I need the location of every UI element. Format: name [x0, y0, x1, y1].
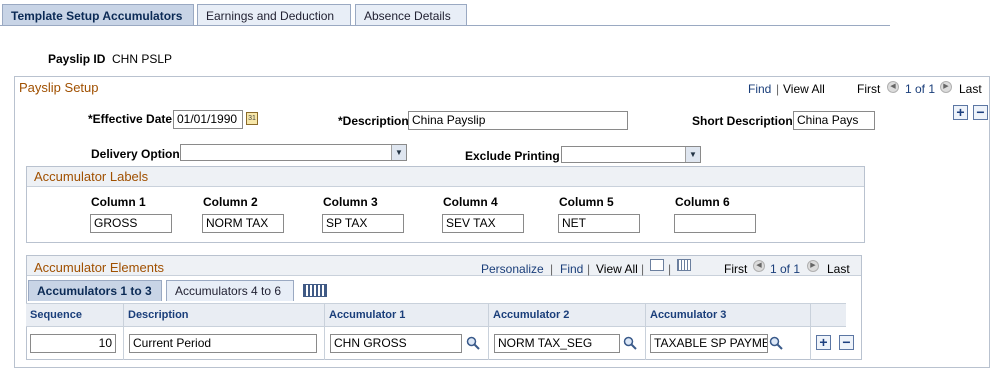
short-description-label: Short Description [692, 114, 793, 128]
accumulator-2-header[interactable]: Accumulator 2 [493, 309, 569, 321]
last-label: Last [827, 262, 850, 276]
separator: | [641, 262, 645, 276]
add-row-icon[interactable]: + [816, 335, 831, 350]
column-1-field[interactable]: GROSS [90, 214, 172, 233]
view-all-link[interactable]: View All [783, 82, 825, 96]
tab-earnings-and-deduction[interactable]: Earnings and Deduction [197, 4, 351, 26]
column-2-field[interactable]: NORM TAX [202, 214, 284, 233]
chevron-down-icon: ▼ [685, 147, 700, 162]
tab-label: Accumulators 4 to 6 [175, 284, 282, 298]
row-count: 1 of 1 [770, 262, 801, 276]
first-label: First [857, 82, 881, 96]
delivery-option-select[interactable]: ▼ [180, 144, 407, 161]
payslip-id-label: Payslip ID [48, 52, 106, 66]
first-label: First [724, 262, 748, 276]
payslip-id-value: CHN PSLP [112, 52, 173, 66]
accumulator-labels-title: Accumulator Labels [34, 169, 149, 184]
last-label: Last [959, 82, 982, 96]
download-grid-icon[interactable] [677, 259, 691, 271]
description-label: *Description [338, 114, 409, 128]
sequence-field[interactable]: 10 [30, 334, 116, 353]
effective-date-label: *Effective Date [88, 112, 173, 126]
column-divider [123, 304, 124, 360]
separator: | [776, 82, 780, 96]
delete-row-icon[interactable]: − [839, 335, 854, 350]
lookup-icon[interactable] [769, 336, 783, 350]
column-divider [488, 304, 489, 360]
accumulator-3-field[interactable]: TAXABLE SP PAYMEI [650, 334, 768, 353]
column-4-field[interactable]: SEV TAX [442, 214, 524, 233]
column-5-label: Column 5 [559, 195, 614, 209]
column-5-field[interactable]: NET [558, 214, 640, 233]
personalize-link[interactable]: Personalize [481, 262, 544, 276]
column-divider [810, 304, 811, 360]
short-description-field[interactable]: China Pays [793, 111, 875, 130]
chevron-down-icon: ▼ [391, 145, 406, 160]
payslip-setup-title: Payslip Setup [19, 80, 99, 95]
column-6-label: Column 6 [675, 195, 730, 209]
tab-label: Earnings and Deduction [206, 9, 335, 23]
description-header[interactable]: Description [128, 309, 189, 321]
column-1-label: Column 1 [91, 195, 146, 209]
lookup-icon[interactable] [623, 336, 637, 350]
accumulator-1-header[interactable]: Accumulator 1 [329, 309, 405, 321]
show-all-columns-icon[interactable] [303, 284, 327, 297]
tab-accumulators-4-to-6[interactable]: Accumulators 4 to 6 [166, 280, 294, 301]
column-2-label: Column 2 [203, 195, 258, 209]
tab-label: Accumulators 1 to 3 [37, 284, 152, 298]
calendar-icon[interactable]: 31 [246, 112, 258, 125]
column-6-field[interactable] [674, 214, 756, 233]
find-link[interactable]: Find [748, 82, 771, 96]
sequence-header[interactable]: Sequence [30, 309, 82, 321]
previous-icon[interactable]: ◀ [753, 260, 765, 272]
effective-date-field[interactable]: 01/01/1990 [173, 110, 243, 129]
lookup-icon[interactable] [466, 336, 480, 350]
accumulator-2-field[interactable]: NORM TAX_SEG [494, 334, 620, 353]
column-4-label: Column 4 [443, 195, 498, 209]
exclude-printing-label: Exclude Printing [465, 149, 560, 163]
row-count: 1 of 1 [905, 82, 936, 96]
view-all-link[interactable]: View All [596, 262, 638, 276]
add-row-icon[interactable]: + [953, 105, 968, 120]
grid-header-row: Sequence Description Accumulator 1 Accum… [26, 303, 846, 360]
delivery-option-label: Delivery Option [91, 147, 180, 161]
group-header [27, 167, 864, 187]
tab-label: Absence Details [364, 9, 451, 23]
description-field[interactable]: China Payslip [408, 111, 628, 130]
tab-absence-details[interactable]: Absence Details [355, 4, 467, 26]
column-divider [645, 304, 646, 360]
column-3-label: Column 3 [323, 195, 378, 209]
accumulator-3-header[interactable]: Accumulator 3 [650, 309, 726, 321]
find-link[interactable]: Find [560, 262, 583, 276]
next-icon[interactable]: ▶ [807, 260, 819, 272]
delete-row-icon[interactable]: − [973, 105, 988, 120]
tab-label: Template Setup Accumulators [11, 9, 183, 23]
zoom-icon[interactable] [650, 259, 664, 271]
row-description-field[interactable]: Current Period [129, 334, 317, 353]
previous-icon[interactable]: ◀ [887, 81, 899, 93]
tab-divider [0, 25, 890, 26]
separator: | [587, 262, 591, 276]
next-icon[interactable]: ▶ [940, 81, 952, 93]
exclude-printing-select[interactable]: ▼ [561, 146, 701, 163]
separator: | [668, 262, 672, 276]
column-3-field[interactable]: SP TAX [322, 214, 404, 233]
column-divider [324, 304, 325, 360]
accumulator-1-field[interactable]: CHN GROSS [330, 334, 462, 353]
accumulator-elements-title: Accumulator Elements [34, 260, 165, 275]
tab-template-setup-accumulators[interactable]: Template Setup Accumulators [2, 4, 194, 26]
tab-accumulators-1-to-3[interactable]: Accumulators 1 to 3 [28, 280, 162, 301]
separator: | [550, 262, 554, 276]
